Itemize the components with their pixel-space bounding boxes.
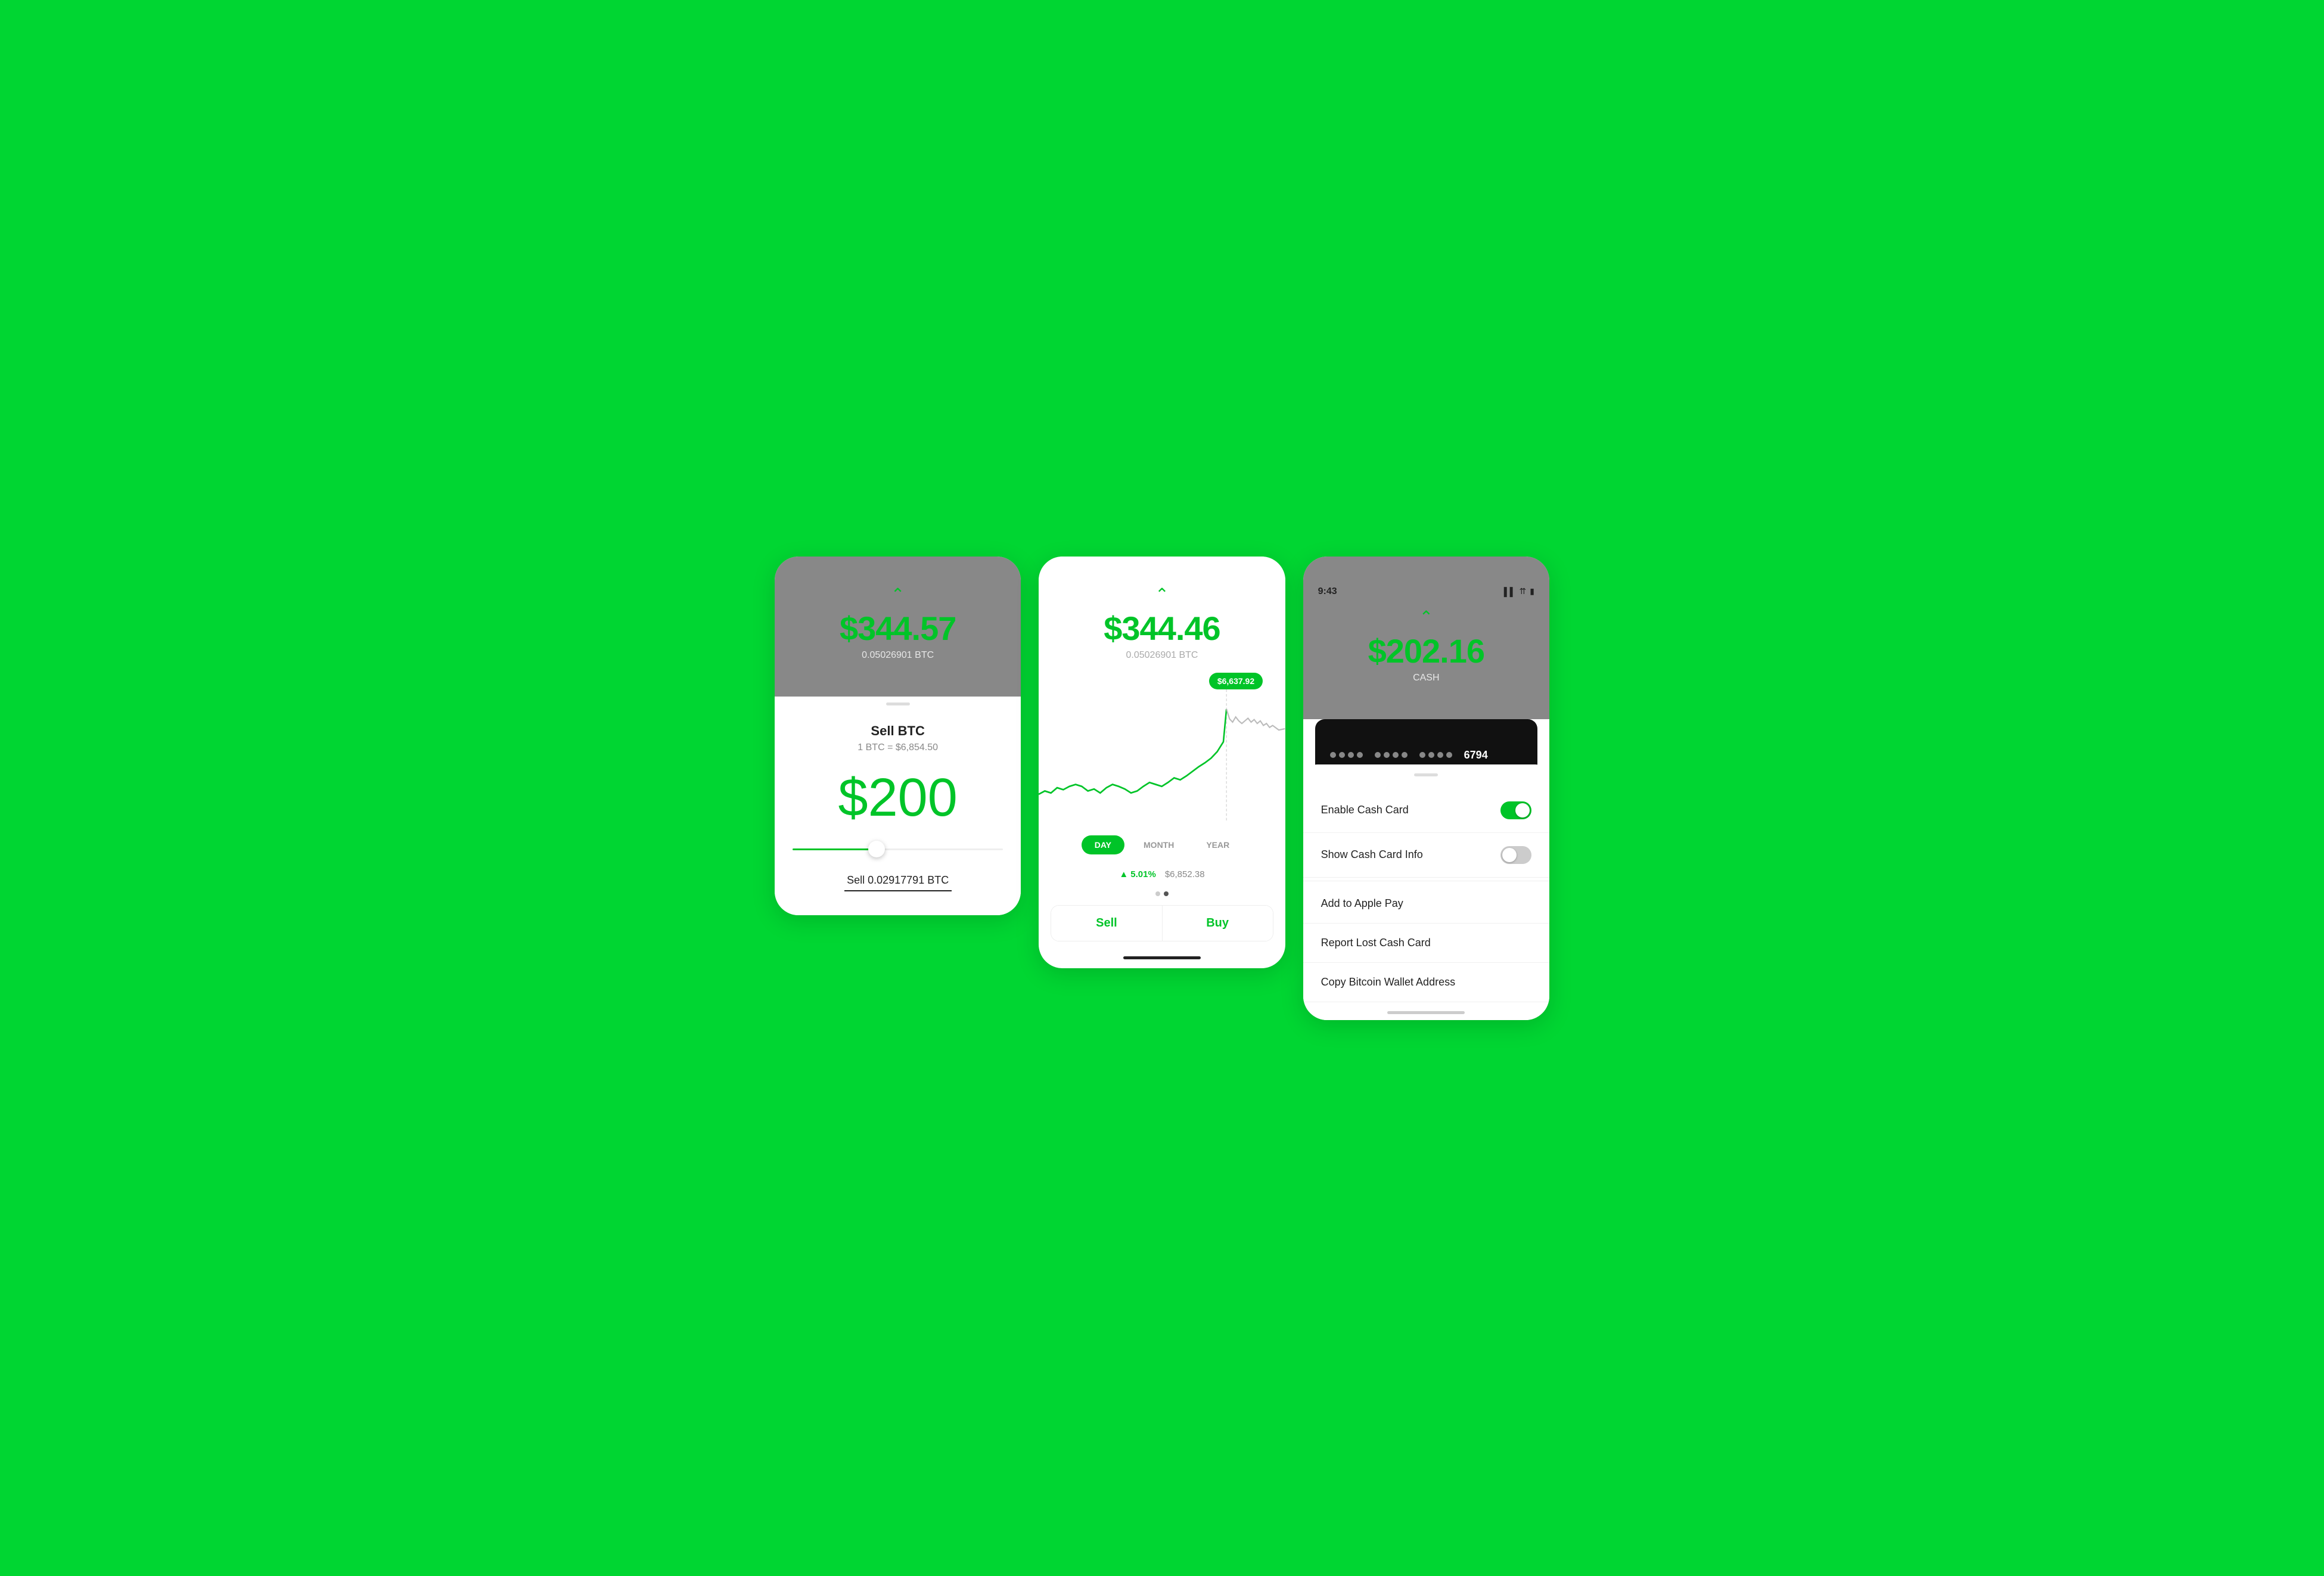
screen1-bottom-sheet: Sell BTC 1 BTC = $6,854.50 $200 Sell 0.0…	[775, 685, 1021, 915]
sell-title: Sell BTC	[871, 723, 924, 739]
card-dot	[1393, 752, 1399, 758]
card-dot	[1384, 752, 1390, 758]
card-dot	[1402, 752, 1408, 758]
card-dot	[1357, 752, 1363, 758]
card-dot-group-1	[1330, 752, 1363, 758]
btc-price-display: $344.57	[840, 609, 956, 648]
slider-fill	[793, 848, 877, 850]
screen3-home-indicator	[1387, 1011, 1465, 1014]
show-cash-card-info-label: Show Cash Card Info	[1321, 848, 1423, 861]
drag-handle[interactable]	[886, 702, 910, 705]
chart-svg	[1039, 689, 1285, 820]
card-dot	[1437, 752, 1443, 758]
menu-item-show-cash-card-info[interactable]: Show Cash Card Info	[1303, 833, 1549, 878]
btc-amount-subtitle-2: 0.05026901 BTC	[1126, 650, 1198, 661]
chevron-up-icon-3[interactable]: ⌃	[1419, 609, 1433, 626]
screen-sell-btc: ⌃ $344.57 0.05026901 BTC Sell BTC 1 BTC …	[775, 557, 1021, 915]
card-dot-group-2	[1375, 752, 1408, 758]
card-dot	[1419, 752, 1425, 758]
chart-tooltip: $6,637.92	[1209, 673, 1263, 689]
menu-item-copy-bitcoin-wallet[interactable]: Copy Bitcoin Wallet Address	[1303, 963, 1549, 1002]
screen1-top: ⌃ $344.57 0.05026901 BTC	[775, 557, 1021, 697]
btc-amount-subtitle: 0.05026901 BTC	[862, 650, 934, 661]
screens-container: ⌃ $344.57 0.05026901 BTC Sell BTC 1 BTC …	[775, 557, 1549, 1020]
time-period-tabs: DAY MONTH YEAR	[1039, 826, 1285, 863]
toggle-thumb	[1515, 803, 1530, 817]
toggle-thumb-2	[1502, 848, 1517, 862]
tab-day[interactable]: DAY	[1082, 835, 1124, 854]
sell-btc-label: Sell 0.02917791 BTC	[847, 874, 949, 887]
card-dot	[1330, 752, 1336, 758]
enable-cash-card-label: Enable Cash Card	[1321, 804, 1409, 816]
status-bar: 9:43 ▌▌ ⇈ ▮	[1315, 586, 1537, 597]
card-dot	[1375, 752, 1381, 758]
copy-bitcoin-wallet-label: Copy Bitcoin Wallet Address	[1321, 976, 1455, 989]
pagination-dots	[1039, 888, 1285, 905]
dot-2	[1164, 891, 1169, 896]
status-time: 9:43	[1318, 586, 1337, 597]
sell-btc-underline	[844, 890, 952, 891]
screen3-top: 9:43 ▌▌ ⇈ ▮ ⌃ $202.16 CASH	[1303, 557, 1549, 719]
home-indicator	[1123, 956, 1201, 959]
chart-price: $6,852.38	[1165, 869, 1205, 879]
card-last-four: 6794	[1464, 749, 1488, 761]
card-dot-group-3	[1419, 752, 1452, 758]
sell-rate: 1 BTC = $6,854.50	[857, 742, 938, 753]
card-dot	[1428, 752, 1434, 758]
status-icons: ▌▌ ⇈ ▮	[1504, 586, 1534, 596]
amount-slider-container	[793, 848, 1003, 850]
card-dot	[1348, 752, 1354, 758]
buy-button[interactable]: Buy	[1163, 906, 1273, 941]
chart-area: $6,637.92	[1039, 673, 1285, 826]
cash-amount: $202.16	[1368, 632, 1484, 670]
screen-cash-card: 9:43 ▌▌ ⇈ ▮ ⌃ $202.16 CASH	[1303, 557, 1549, 1020]
screen-btc-chart: ⌃ $344.46 0.05026901 BTC $6,637.92 DAY	[1039, 557, 1285, 968]
cash-card-menu-sheet: Enable Cash Card Show Cash Card Info Add…	[1303, 764, 1549, 1020]
drag-handle-white[interactable]	[1414, 773, 1438, 776]
chevron-up-icon-2[interactable]: ⌃	[1155, 586, 1169, 603]
slider-track	[793, 848, 1003, 850]
cash-type-label: CASH	[1413, 673, 1439, 683]
chart-stats: ▲ 5.01% $6,852.38	[1039, 863, 1285, 888]
chart-pct: ▲ 5.01%	[1119, 869, 1155, 879]
menu-item-enable-cash-card[interactable]: Enable Cash Card	[1303, 788, 1549, 833]
action-buttons: Sell Buy	[1051, 905, 1273, 941]
screen2-top: ⌃ $344.46 0.05026901 BTC	[1039, 557, 1285, 673]
add-to-apple-pay-label: Add to Apple Pay	[1321, 897, 1403, 910]
card-dots-row: 6794	[1330, 749, 1488, 761]
tab-month[interactable]: MONTH	[1130, 835, 1187, 854]
sell-amount: $200	[838, 771, 958, 825]
chevron-up-icon[interactable]: ⌃	[891, 586, 905, 603]
show-cash-card-info-toggle[interactable]	[1500, 846, 1531, 864]
cash-amount-section: ⌃ $202.16 CASH	[1368, 609, 1484, 683]
card-dot	[1339, 752, 1345, 758]
tab-year[interactable]: YEAR	[1193, 835, 1242, 854]
dot-1	[1155, 891, 1160, 896]
up-arrow-icon: ▲	[1119, 869, 1128, 879]
menu-item-add-to-apple-pay[interactable]: Add to Apple Pay	[1303, 884, 1549, 924]
sell-button[interactable]: Sell	[1051, 906, 1162, 941]
wifi-icon: ⇈	[1520, 586, 1527, 596]
battery-icon: ▮	[1530, 586, 1534, 596]
menu-item-report-lost-card[interactable]: Report Lost Cash Card	[1303, 924, 1549, 963]
btc-price-display-2: $344.46	[1104, 609, 1220, 648]
report-lost-card-label: Report Lost Cash Card	[1321, 937, 1431, 949]
slider-thumb[interactable]	[868, 841, 885, 857]
signal-icon: ▌▌	[1504, 587, 1516, 596]
card-dot	[1446, 752, 1452, 758]
enable-cash-card-toggle[interactable]	[1500, 801, 1531, 819]
